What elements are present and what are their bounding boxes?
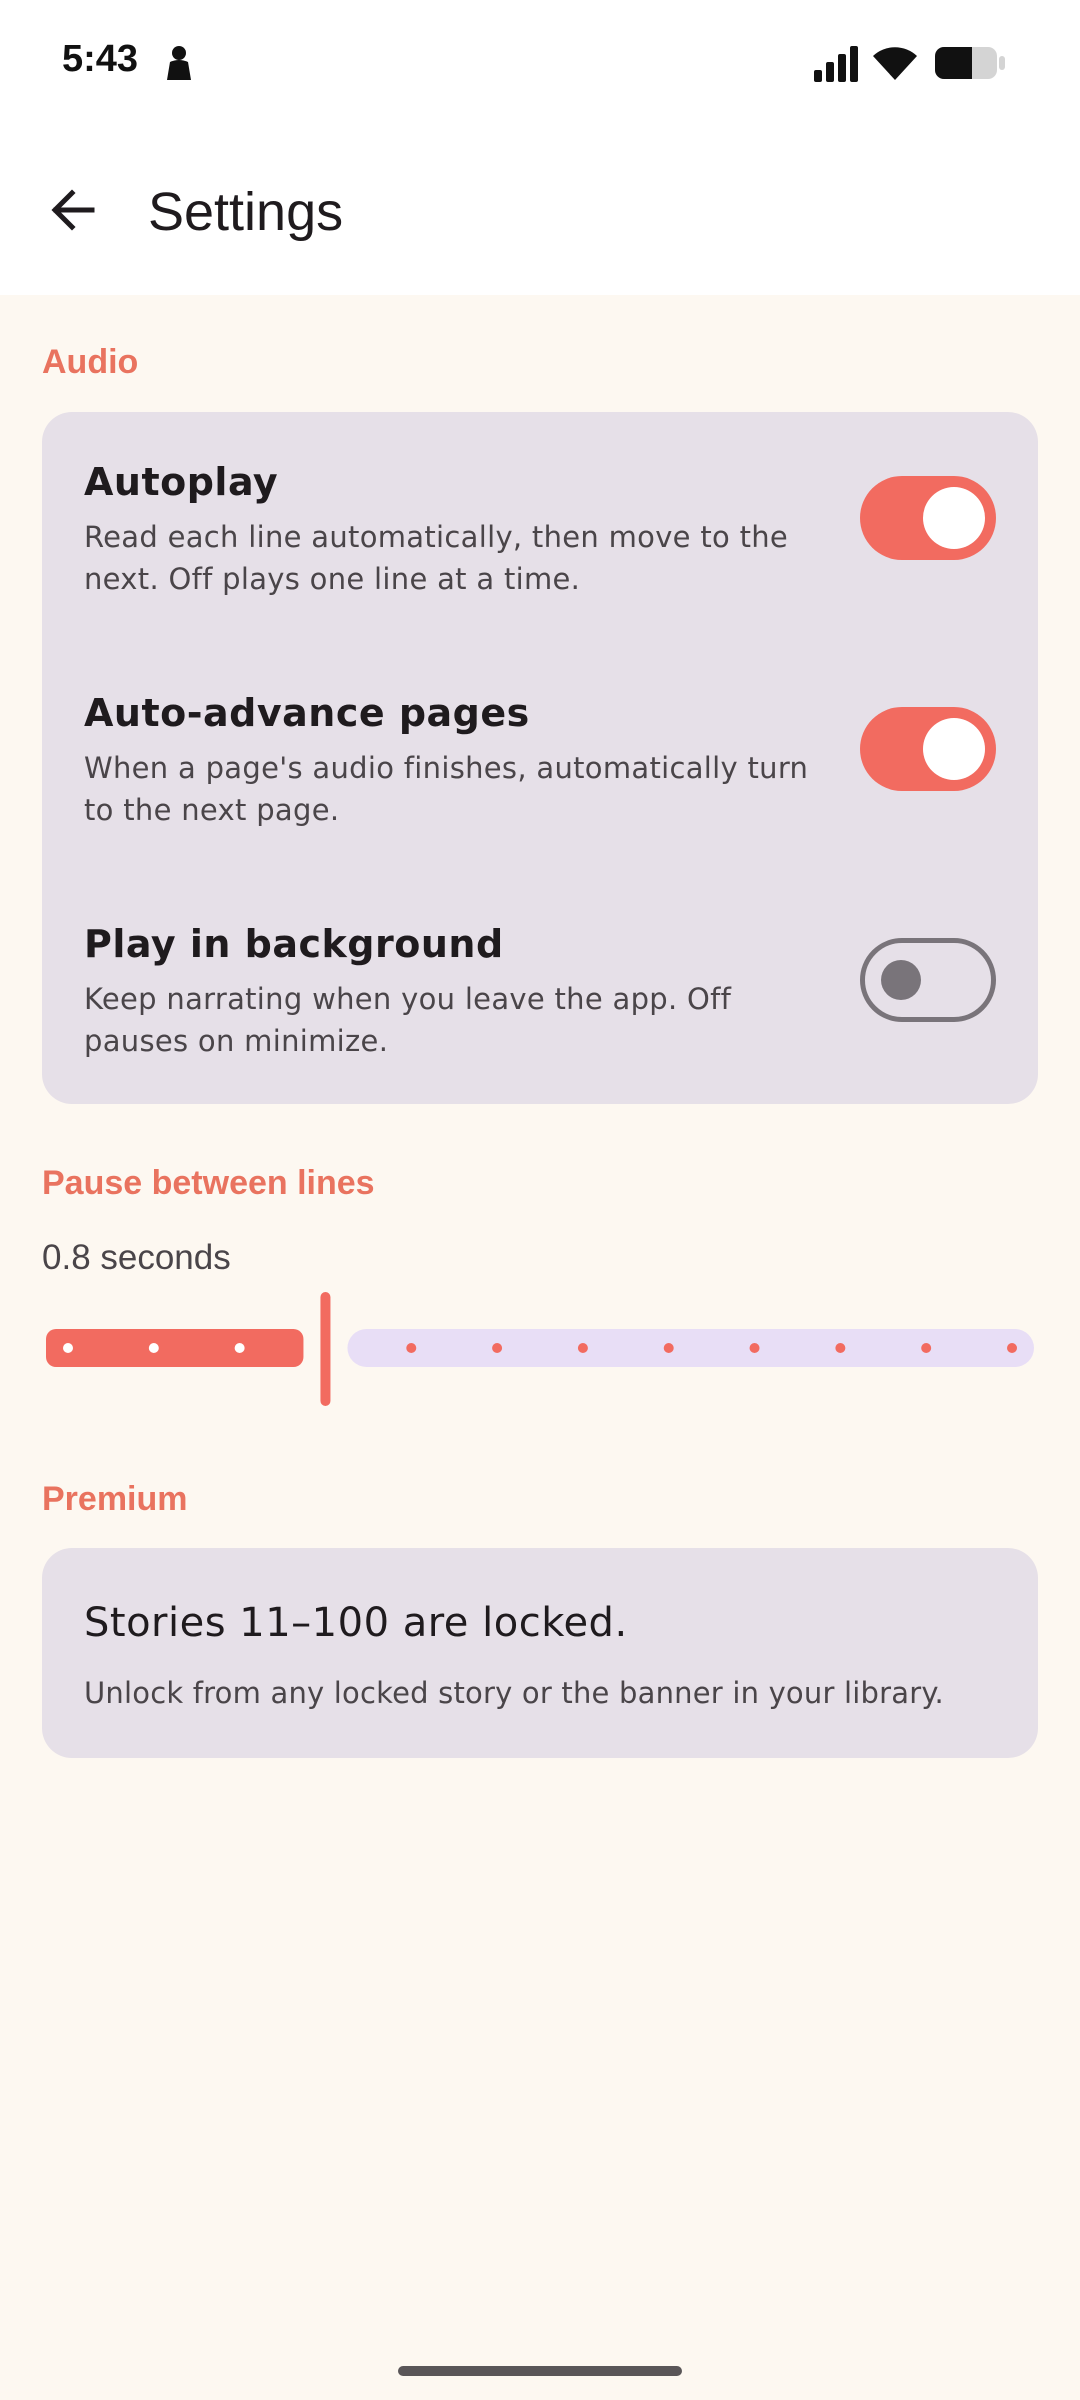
auto-advance-toggle[interactable] <box>860 707 996 791</box>
setting-description: Read each line automatically, then move … <box>84 520 789 596</box>
play-background-toggle[interactable] <box>860 938 996 1022</box>
premium-description: Unlock from any locked story or the bann… <box>84 1676 944 1710</box>
slider-tick <box>663 1343 674 1353</box>
section-label-pause: Pause between lines <box>42 1164 375 1202</box>
slider-tick <box>148 1343 159 1353</box>
status-bar: 5:43 <box>0 0 1080 130</box>
slider-tick <box>1007 1343 1017 1353</box>
section-label-audio: Audio <box>42 343 139 381</box>
audio-settings-card: Autoplay Read each line automatically, t… <box>42 412 1038 1104</box>
autoplay-toggle[interactable] <box>860 476 996 560</box>
pause-slider[interactable] <box>0 1280 1080 1420</box>
setting-title: Autoplay <box>84 460 279 504</box>
app-bar: Settings <box>0 130 1080 295</box>
premium-title: Stories 11–100 are locked. <box>84 1600 628 1646</box>
slider-tick <box>63 1343 73 1353</box>
setting-row-autoplay[interactable]: Autoplay Read each line automatically, t… <box>84 460 996 600</box>
arrow-back-icon[interactable] <box>42 178 106 242</box>
setting-title: Play in background <box>84 922 504 966</box>
setting-row-auto-advance[interactable]: Auto-advance pages When a page's audio f… <box>84 691 996 831</box>
wifi-icon <box>873 47 917 80</box>
section-label-premium: Premium <box>42 1480 188 1518</box>
slider-active-track <box>46 1329 304 1367</box>
slider-tick <box>577 1343 588 1353</box>
setting-title: Auto-advance pages <box>84 691 530 735</box>
slider-handle[interactable] <box>320 1292 331 1406</box>
premium-card: Stories 11–100 are locked. Unlock from a… <box>42 1548 1038 1758</box>
slider-tick <box>234 1343 245 1353</box>
home-indicator[interactable] <box>398 2366 682 2376</box>
slider-tick <box>921 1343 932 1353</box>
page-title: Settings <box>148 182 344 242</box>
slider-tick <box>835 1343 846 1353</box>
slider-tick <box>492 1343 503 1353</box>
status-time: 5:43 <box>62 38 139 80</box>
setting-description: When a page's audio finishes, automatica… <box>84 751 809 827</box>
slider-tick <box>749 1343 760 1353</box>
toggle-knob <box>923 718 985 780</box>
signal-icon <box>814 46 858 82</box>
toggle-knob <box>923 487 985 549</box>
toggle-knob <box>881 960 921 1000</box>
pause-value: 0.8 seconds <box>42 1238 231 1277</box>
setting-row-play-background[interactable]: Play in background Keep narrating when y… <box>84 922 996 1062</box>
setting-description: Keep narrating when you leave the app. O… <box>84 982 732 1058</box>
person-icon <box>167 46 191 80</box>
battery-icon <box>935 47 1005 79</box>
slider-tick <box>406 1343 417 1353</box>
